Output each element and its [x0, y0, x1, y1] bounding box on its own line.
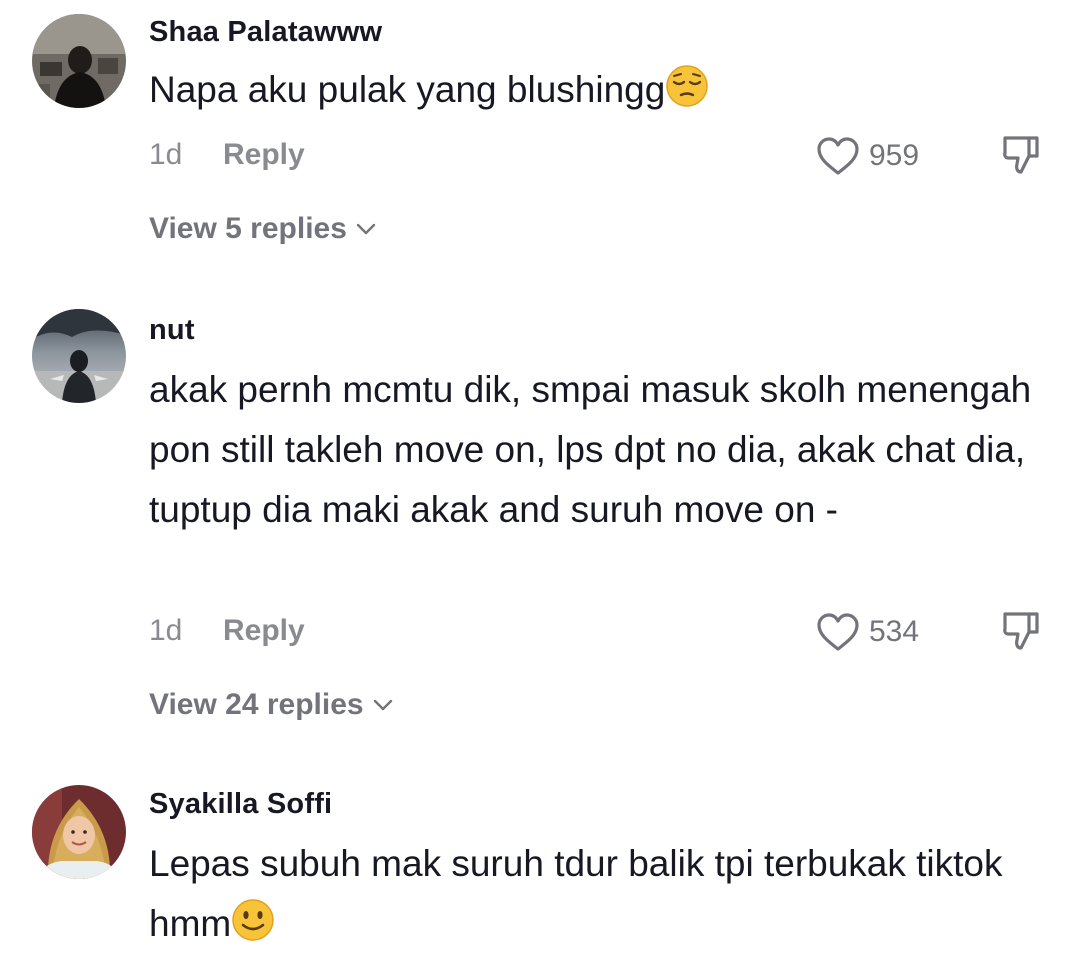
comment-text: Lepas subuh mak suruh tdur balik tpi ter…: [149, 843, 1003, 944]
dislike-button[interactable]: [999, 134, 1043, 178]
avatar[interactable]: [32, 309, 126, 403]
like-count: 959: [869, 139, 920, 172]
comment-username[interactable]: nut: [149, 312, 1050, 348]
thumbs-down-icon: [1003, 612, 1039, 650]
comment-text: akak pernh mcmtu dik, smpai masuk skolh …: [149, 369, 1032, 530]
comment-timestamp: 1d: [149, 138, 183, 171]
comment-actions: 1d Reply 534: [149, 610, 1050, 654]
slightly-smiling-face-emoji: [232, 899, 274, 941]
comment-timestamp: 1d: [149, 614, 183, 647]
like-count: 534: [869, 615, 920, 648]
chevron-down-icon: [356, 223, 376, 235]
view-replies-label: View 24 replies: [149, 688, 364, 721]
like-button[interactable]: 534: [815, 610, 919, 654]
dislike-button[interactable]: [999, 610, 1043, 654]
reply-button[interactable]: Reply: [223, 138, 305, 172]
view-replies-button[interactable]: View 5 replies: [149, 212, 377, 246]
view-replies-label: View 5 replies: [149, 212, 347, 245]
heart-outline-icon: [817, 613, 859, 651]
chevron-down-icon: [373, 699, 392, 711]
view-replies-button[interactable]: View 24 replies: [149, 688, 394, 722]
like-button[interactable]: 959: [815, 134, 919, 178]
reply-button[interactable]: Reply: [223, 614, 305, 648]
comment-actions: 1d Reply 959: [149, 134, 1050, 178]
comment-text: Napa aku pulak yang blushingg: [149, 60, 1050, 120]
avatar[interactable]: [32, 14, 126, 108]
pensive-face-emoji: [666, 65, 709, 107]
heart-outline-icon: [817, 137, 859, 175]
thumbs-down-icon: [1003, 136, 1039, 174]
comment-username[interactable]: Syakilla Soffi: [149, 786, 1050, 822]
comment-username[interactable]: Shaa Palatawww: [149, 14, 1050, 50]
avatar[interactable]: [32, 785, 126, 879]
